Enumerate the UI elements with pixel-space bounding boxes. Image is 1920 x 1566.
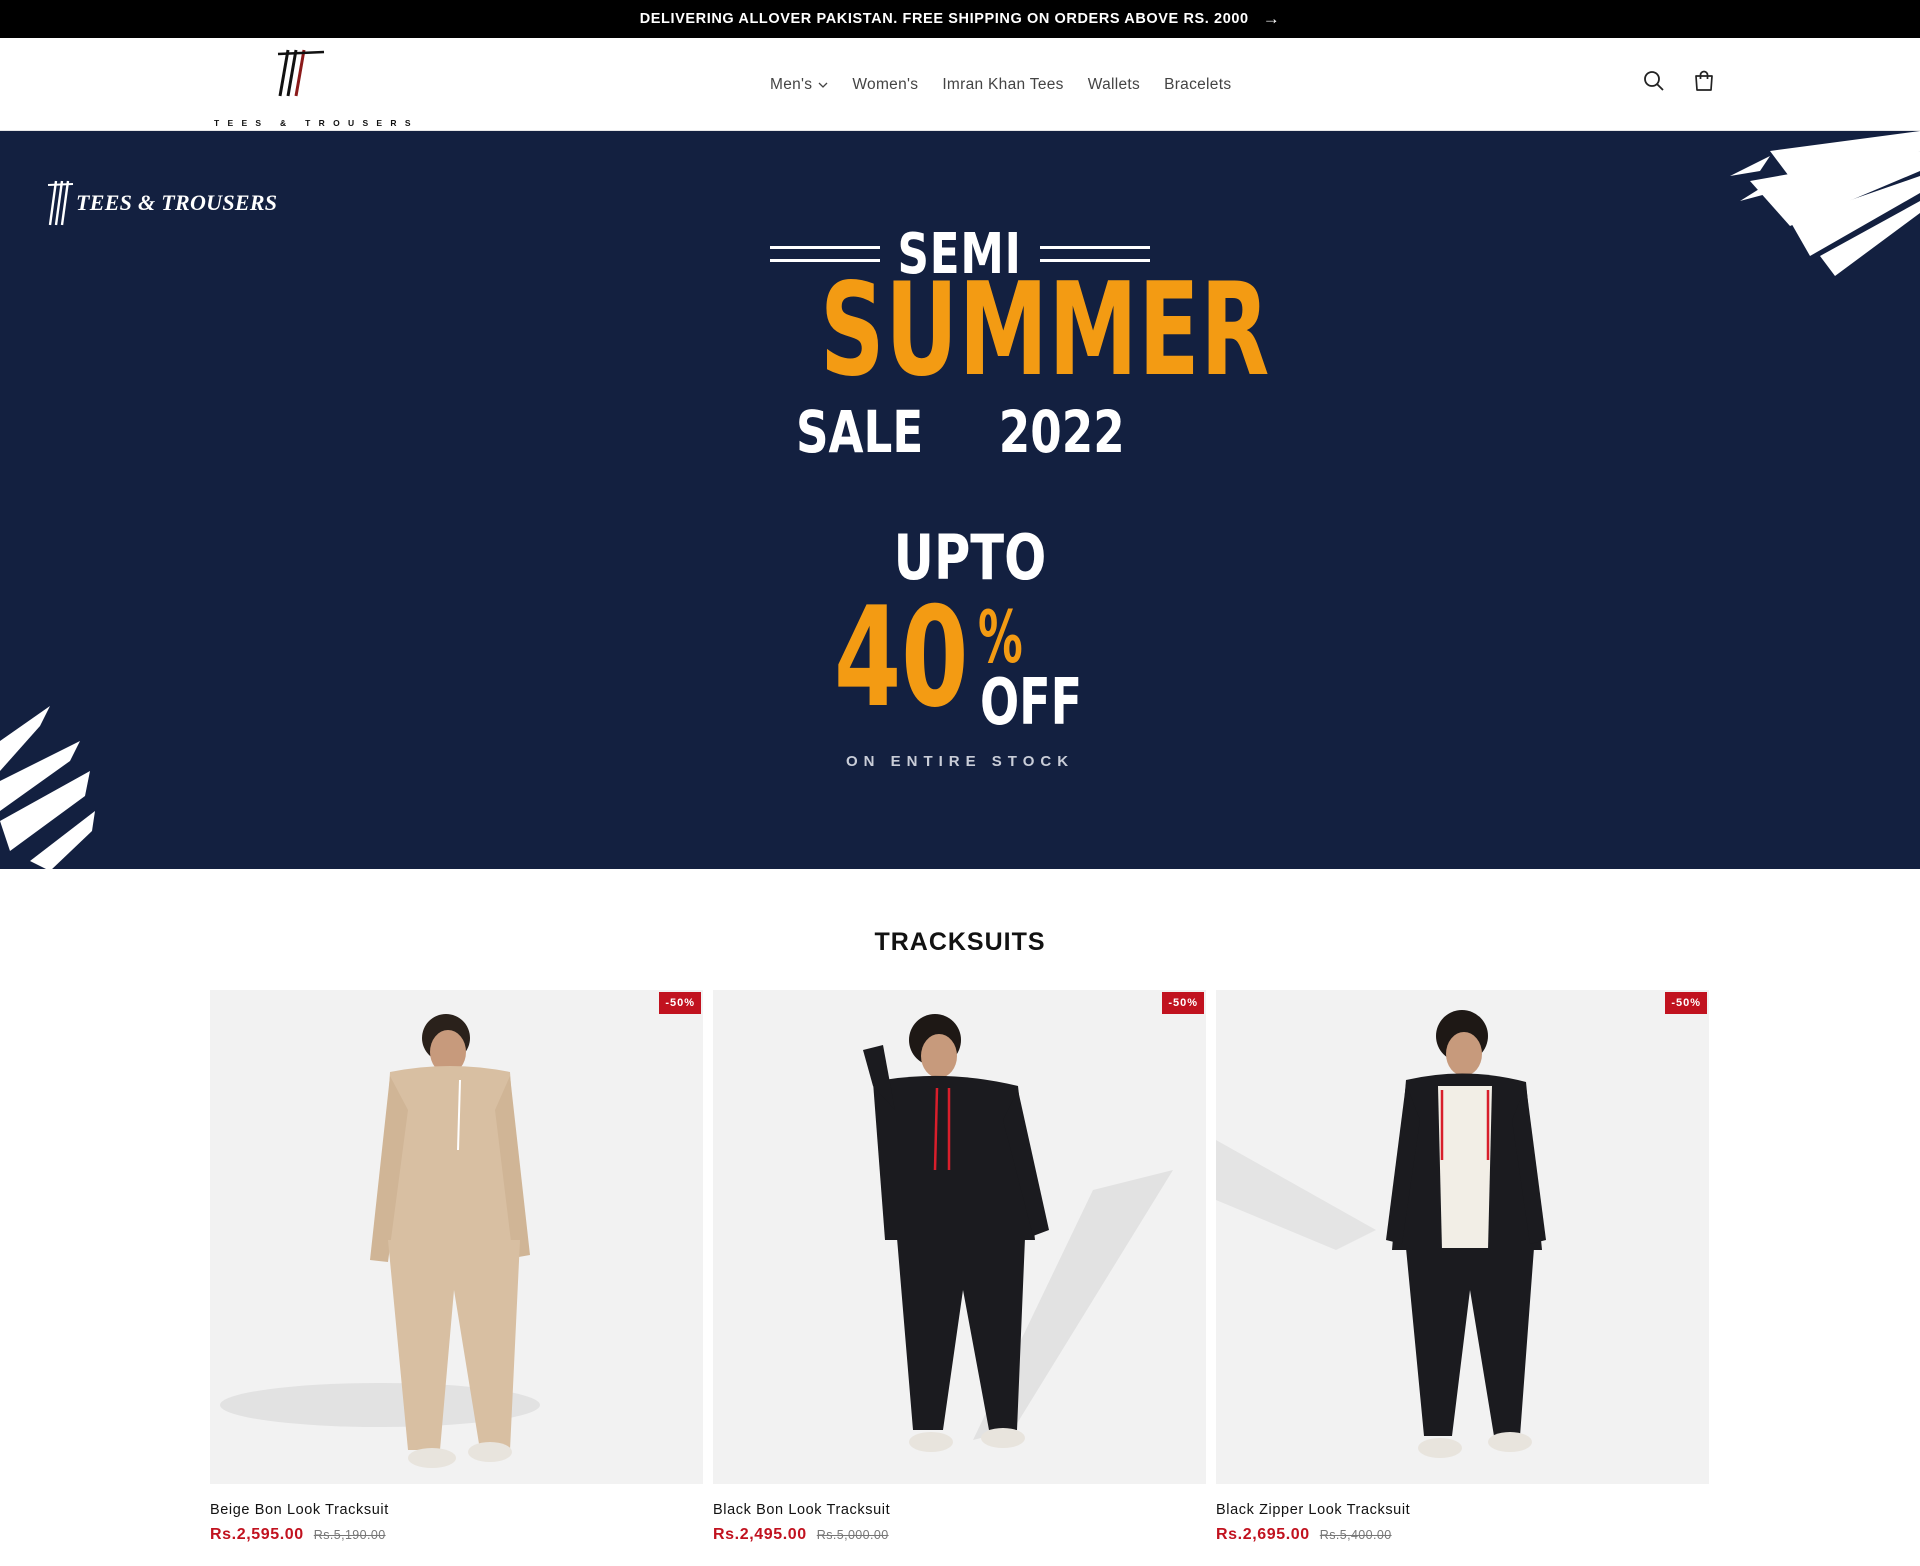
- compare-price: Rs.5,400.00: [1319, 1528, 1392, 1542]
- product-title[interactable]: Black Bon Look Tracksuit: [713, 1502, 1206, 1518]
- compare-price: Rs.5,190.00: [313, 1528, 386, 1542]
- logo-wordmark: TEES & TROUSERS: [214, 118, 419, 128]
- nav-item-mens[interactable]: Men's: [770, 76, 828, 94]
- price-row: Rs.2,695.00 Rs.5,400.00: [1216, 1526, 1709, 1544]
- product-photo-beige-tracksuit: [220, 1014, 540, 1468]
- main-nav: Men's Women's Imran Khan Tees Wallets Br…: [770, 38, 1231, 131]
- nav-label: Men's: [770, 75, 813, 93]
- nav-item-imran-khan-tees[interactable]: Imran Khan Tees: [942, 76, 1063, 94]
- hero-brand-logo: TEES & TROUSERS: [46, 179, 277, 227]
- nav-item-bracelets[interactable]: Bracelets: [1164, 76, 1231, 94]
- cart-icon[interactable]: [1690, 67, 1718, 95]
- site-header: TEES & TROUSERS Men's Women's Imran Khan…: [0, 38, 1920, 131]
- sale-price: Rs.2,495.00: [713, 1526, 807, 1543]
- search-icon[interactable]: [1640, 67, 1668, 95]
- hero-percent-sign: %: [978, 595, 1023, 679]
- arrow-right-icon[interactable]: →: [1263, 9, 1281, 29]
- section-title: TRACKSUITS: [874, 928, 1046, 956]
- header-icons: [1640, 67, 1718, 95]
- nav-item-womens[interactable]: Women's: [852, 76, 918, 94]
- sale-price: Rs.2,595.00: [210, 1526, 304, 1543]
- product-photo-black-tracksuit: [863, 1014, 1173, 1452]
- product-card[interactable]: -50% Black Bon Look Tracksuit Rs.2,495.0…: [713, 990, 1206, 1544]
- product-card[interactable]: -50% Black Zipper Look Tracksuit Rs.2,69…: [1216, 990, 1709, 1544]
- product-image[interactable]: -50%: [1216, 990, 1709, 1484]
- discount-badge: -50%: [1665, 992, 1707, 1014]
- product-grid: -50% Beige Bon Look Tracksuit Rs.2,595.0…: [210, 990, 1710, 1550]
- nav-item-wallets[interactable]: Wallets: [1088, 76, 1140, 94]
- sale-price: Rs.2,695.00: [1216, 1526, 1310, 1543]
- discount-badge: -50%: [659, 992, 701, 1014]
- compare-price: Rs.5,000.00: [816, 1528, 889, 1542]
- logo-mark-icon: [277, 49, 325, 97]
- product-image[interactable]: -50%: [210, 990, 703, 1484]
- nav-label: Wallets: [1087, 75, 1141, 93]
- brush-stroke-top-right: [1730, 131, 1920, 276]
- hero-sale-text: SALE: [795, 398, 923, 466]
- nav-label: Imran Khan Tees: [942, 75, 1064, 93]
- nav-label: Bracelets: [1164, 75, 1232, 93]
- hero-sale-row: SALE 2022: [796, 397, 1125, 467]
- discount-badge: -50%: [1162, 992, 1204, 1014]
- logo-mark-icon: [47, 180, 74, 226]
- product-title[interactable]: Beige Bon Look Tracksuit: [210, 1502, 703, 1518]
- price-row: Rs.2,495.00 Rs.5,000.00: [713, 1526, 1206, 1544]
- hero-banner[interactable]: TEES & TROUSERS SEMI SUMMER SALE 2022 UP…: [0, 131, 1920, 869]
- price-row: Rs.2,595.00 Rs.5,190.00: [210, 1526, 703, 1544]
- announcement-bar[interactable]: DELIVERING ALLOVER PAKISTAN. FREE SHIPPI…: [0, 0, 1920, 38]
- hero-off-text: OFF: [980, 666, 1083, 740]
- hero-year-text: 2022: [998, 398, 1125, 466]
- chevron-down-icon: [818, 80, 828, 91]
- product-image[interactable]: -50%: [713, 990, 1206, 1484]
- nav-label: Women's: [852, 75, 919, 93]
- product-title[interactable]: Black Zipper Look Tracksuit: [1216, 1502, 1709, 1518]
- site-logo[interactable]: TEES & TROUSERS: [210, 44, 410, 128]
- hero-brand-name: TEES & TROUSERS: [76, 190, 278, 215]
- hero-subline: ON ENTIRE STOCK: [845, 753, 1075, 770]
- hero-discount-number: 40: [834, 577, 969, 738]
- announcement-text[interactable]: DELIVERING ALLOVER PAKISTAN. FREE SHIPPI…: [640, 11, 1249, 27]
- hero-summer-text: SUMMER: [820, 256, 1271, 405]
- product-card[interactable]: -50% Beige Bon Look Tracksuit Rs.2,595.0…: [210, 990, 703, 1544]
- brush-stroke-bottom-left: [0, 706, 95, 869]
- product-photo-black-zipper-tracksuit: [1216, 1010, 1546, 1458]
